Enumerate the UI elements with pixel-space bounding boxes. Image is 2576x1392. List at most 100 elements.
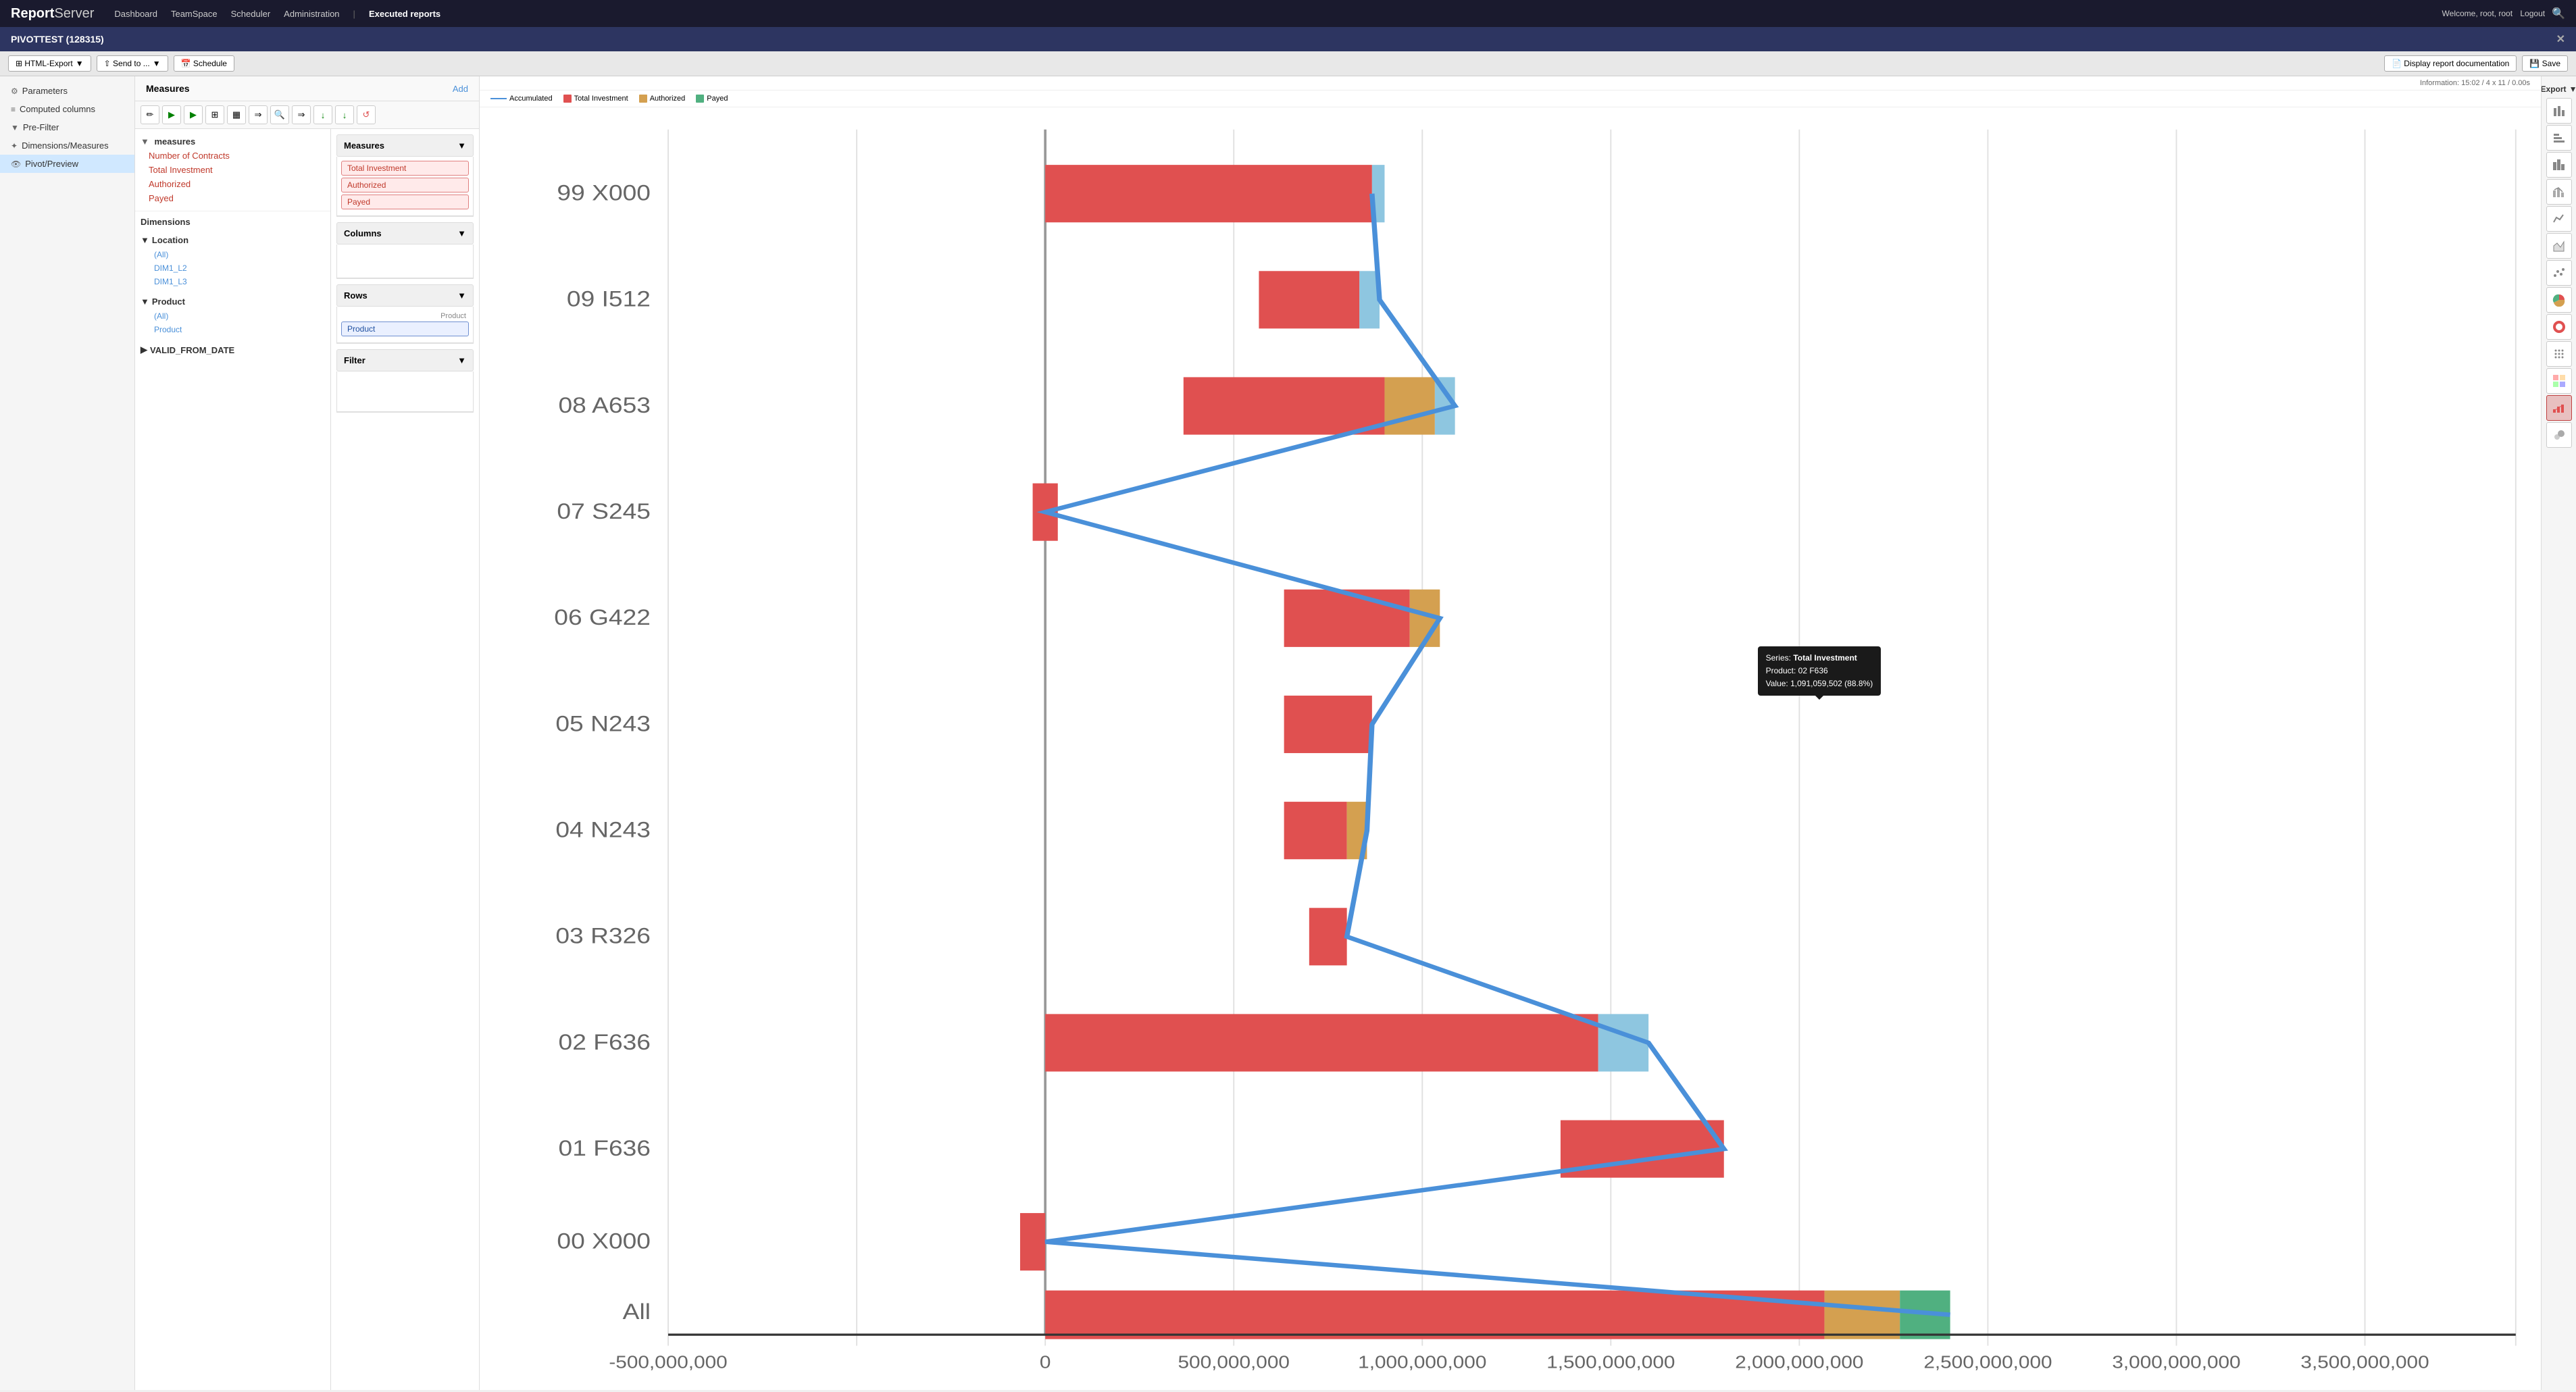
bar-row3-auth[interactable]: [1384, 377, 1434, 434]
legend-accumulated: Accumulated: [490, 95, 553, 103]
bar-row2-ti[interactable]: [1259, 271, 1359, 328]
filter-section-header[interactable]: Filter ▼: [336, 349, 474, 371]
bar-row7-ti[interactable]: [1284, 802, 1347, 859]
nav-dashboard[interactable]: Dashboard: [114, 9, 157, 19]
payed-tag[interactable]: Payed: [341, 195, 469, 209]
grid-scatter-icon-btn[interactable]: [2546, 341, 2572, 367]
bar-row6-ti[interactable]: [1284, 696, 1372, 753]
bar-row9-ti[interactable]: [1045, 1014, 1598, 1071]
bar-all-auth[interactable]: [1825, 1291, 1900, 1339]
mixed-chart-icon-btn[interactable]: [2546, 179, 2572, 205]
location-dim1-l3[interactable]: DIM1_L3: [141, 275, 325, 288]
tree-payed[interactable]: Payed: [135, 191, 330, 205]
search-icon[interactable]: 🔍: [2552, 7, 2565, 20]
sidebar-item-dimensions-measures[interactable]: ✦ Dimensions/Measures: [0, 136, 134, 155]
close-icon[interactable]: ✕: [2556, 32, 2565, 46]
svg-text:07 S245: 07 S245: [557, 499, 651, 523]
scatter-icon-btn[interactable]: [2546, 260, 2572, 286]
nav-administration[interactable]: Administration: [284, 9, 339, 19]
bar-chart-icon-btn[interactable]: [2546, 98, 2572, 124]
logout-link[interactable]: Logout: [2520, 9, 2545, 18]
area-chart-icon-btn[interactable]: [2546, 233, 2572, 259]
edit-tool-btn[interactable]: ✏: [141, 105, 159, 124]
rows-section-body: Product Product: [336, 307, 474, 343]
authorized-tag[interactable]: Authorized: [341, 178, 469, 192]
add-button[interactable]: Add: [453, 84, 468, 94]
bar-row5-ti[interactable]: [1284, 590, 1410, 647]
sidebar-item-pivot-preview[interactable]: 👁 Pivot/Preview: [0, 155, 134, 173]
product-group: ▼ Product (All) Product: [135, 291, 330, 339]
svg-text:00 X000: 00 X000: [557, 1229, 651, 1253]
svg-text:03 R326: 03 R326: [555, 924, 651, 948]
rows-config-section: Rows ▼ Product Product: [336, 284, 474, 344]
refresh2-btn[interactable]: ↺: [357, 105, 376, 124]
nav-scheduler[interactable]: Scheduler: [231, 9, 271, 19]
schedule-button[interactable]: 📅 Schedule: [174, 55, 234, 72]
tree-number-of-contracts[interactable]: Number of Contracts: [135, 149, 330, 163]
forward-btn[interactable]: ⇒: [292, 105, 311, 124]
waterfall-icon-btn[interactable]: [2546, 395, 2572, 421]
save-button[interactable]: 💾 Save: [2522, 55, 2568, 72]
sidebar-item-pre-filter[interactable]: ▼ Pre-Filter: [0, 118, 134, 136]
heatmap-icon-btn[interactable]: [2546, 368, 2572, 394]
donut-icon-btn[interactable]: [2546, 314, 2572, 340]
location-all[interactable]: (All): [141, 248, 325, 261]
sidebar-item-parameters[interactable]: ⚙ Parameters: [0, 82, 134, 100]
svg-text:0: 0: [1040, 1352, 1051, 1372]
filter-section-body: [336, 371, 474, 412]
nav-teamspace[interactable]: TeamSpace: [171, 9, 218, 19]
line-chart-icon-btn[interactable]: [2546, 206, 2572, 232]
product-item[interactable]: Product: [141, 323, 325, 336]
product-all[interactable]: (All): [141, 309, 325, 323]
play-tool-btn[interactable]: ▶: [162, 105, 181, 124]
bar-row8-ti[interactable]: [1309, 908, 1347, 965]
bar-row3-ti[interactable]: [1184, 377, 1385, 434]
tree-total-investment[interactable]: Total Investment: [135, 163, 330, 177]
html-export-button[interactable]: ⊞ HTML-Export ▼: [8, 55, 91, 72]
chart-toolbar: ✏ ▶ ▶ ⊞ ▦ ⇒ 🔍 ⇒ ↓ ↓ ↺: [135, 101, 479, 129]
rows-section-header[interactable]: Rows ▼: [336, 284, 474, 307]
window-title: PIVOTTEST (128315): [11, 34, 104, 45]
location-header[interactable]: ▼ Location: [141, 232, 325, 248]
product-header[interactable]: ▼ Product: [141, 294, 325, 309]
accumulated-line: [1045, 194, 1950, 1315]
down1-btn[interactable]: ↓: [313, 105, 332, 124]
user-info: Welcome, root, root Logout: [2442, 9, 2546, 18]
measures-section-header[interactable]: Measures ▼: [336, 134, 474, 157]
nav-executed-reports[interactable]: Executed reports: [369, 9, 440, 19]
computed-columns-icon: ≡: [11, 105, 16, 114]
bar-all-ti[interactable]: [1045, 1291, 1824, 1339]
export-btn[interactable]: ⇒: [249, 105, 268, 124]
chart-info-bar: Information: 15:02 / 4 x 11 / 0.00s: [480, 76, 2541, 91]
bar-chart3-icon-btn[interactable]: [2546, 152, 2572, 178]
columns-config-section: Columns ▼: [336, 222, 474, 279]
refresh-green-btn[interactable]: ▶: [184, 105, 203, 124]
down2-btn[interactable]: ↓: [335, 105, 354, 124]
zoom-btn[interactable]: 🔍: [270, 105, 289, 124]
top-nav: ReportServer Dashboard TeamSpace Schedul…: [0, 0, 2576, 27]
pivot-preview-icon: 👁: [11, 159, 21, 169]
columns-section-body: [336, 244, 474, 278]
tree-measures-root[interactable]: ▼ measures: [135, 134, 330, 149]
tree-authorized[interactable]: Authorized: [135, 177, 330, 191]
display-doc-button[interactable]: 📄 Display report documentation: [2384, 55, 2517, 72]
bar-chart2-icon-btn[interactable]: [2546, 125, 2572, 151]
rows-product-tag[interactable]: Product: [341, 321, 469, 336]
total-investment-tag[interactable]: Total Investment: [341, 161, 469, 176]
pie-icon-btn[interactable]: [2546, 287, 2572, 313]
middle-content: ▼ measures Number of Contracts Total Inv…: [135, 129, 479, 1390]
measures-section-body: Total Investment Authorized Payed: [336, 157, 474, 216]
dimensions-label: Dimensions: [135, 211, 330, 230]
pivot-view-btn[interactable]: ▦: [227, 105, 246, 124]
bubble-icon-btn[interactable]: [2546, 422, 2572, 448]
send-to-button[interactable]: ⇧ Send to ... ▼: [97, 55, 168, 72]
export-header-label: Export ▼: [2541, 82, 2576, 97]
bar-row9-auth[interactable]: [1598, 1014, 1648, 1071]
bar-row1-ti[interactable]: [1045, 165, 1372, 222]
bar-row11-ti[interactable]: [1020, 1213, 1045, 1270]
columns-section-header[interactable]: Columns ▼: [336, 222, 474, 244]
valid-from-date-header[interactable]: ▶ VALID_FROM_DATE: [141, 342, 325, 358]
location-dim1-l2[interactable]: DIM1_L2: [141, 261, 325, 275]
sidebar-item-computed-columns[interactable]: ≡ Computed columns: [0, 100, 134, 118]
table-view-btn[interactable]: ⊞: [205, 105, 224, 124]
